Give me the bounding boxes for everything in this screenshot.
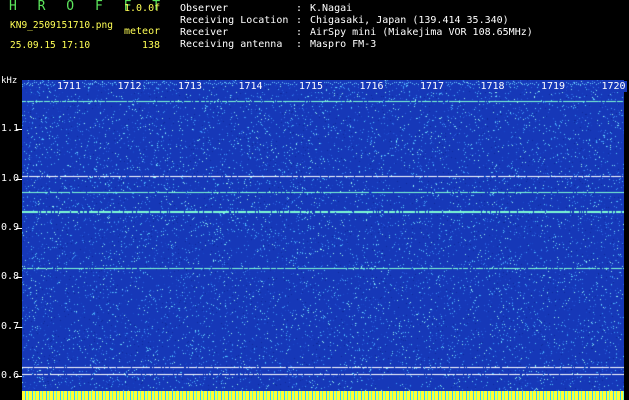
- header-panel: H R O F F T 1.0.0f KN9_2509151710.png me…: [0, 0, 629, 76]
- meta-observer: Observer: K.Nagai: [180, 3, 352, 15]
- meta-receiver: Receiver: AirSpy mini (Miakejima VOR 108.…: [180, 27, 533, 39]
- meta-key: Receiver: [180, 27, 229, 38]
- time-label: 1716: [358, 81, 385, 92]
- meta-separator: :: [296, 39, 303, 50]
- meta-key: Receiving antenna: [180, 39, 283, 50]
- spectrogram-plot[interactable]: [22, 80, 624, 391]
- time-label: 1713: [177, 81, 204, 92]
- meta-separator: :: [296, 27, 303, 38]
- meta-separator: :: [296, 15, 303, 26]
- time-label: 1717: [419, 81, 446, 92]
- time-label: 1712: [116, 81, 143, 92]
- spectrogram-canvas: [22, 80, 624, 391]
- file-name: KN9_2509151710.png: [10, 20, 113, 31]
- meta-value: Maspro FM-3: [310, 39, 377, 50]
- meta-key: Observer: [180, 3, 229, 14]
- mode-label: meteor: [124, 26, 161, 37]
- meta-value: Chigasaki, Japan (139.414 35.340): [310, 15, 509, 26]
- time-label: 1715: [298, 81, 325, 92]
- detection-count: 138: [142, 40, 161, 51]
- time-label: 1718: [479, 81, 506, 92]
- y-axis-unit: kHz: [1, 76, 18, 86]
- time-label: 1719: [540, 81, 567, 92]
- meta-separator: :: [296, 3, 303, 14]
- date-time: 25.09.15 17:10: [10, 40, 91, 51]
- meta-location: Receiving Location: Chigasaki, Japan (139…: [180, 15, 509, 27]
- time-label: 1711: [56, 81, 83, 92]
- meta-antenna: Receiving antenna: Maspro FM-3: [180, 39, 376, 51]
- meta-value: AirSpy mini (Miakejima VOR 108.65MHz): [310, 27, 533, 38]
- meta-value: K.Nagai: [310, 3, 353, 14]
- signal-level-strip: [22, 391, 624, 400]
- time-label: 1720: [600, 81, 627, 92]
- time-label: 1714: [237, 81, 264, 92]
- meta-key: Receiving Location: [180, 15, 289, 26]
- app-version: 1.0.0f: [124, 3, 161, 14]
